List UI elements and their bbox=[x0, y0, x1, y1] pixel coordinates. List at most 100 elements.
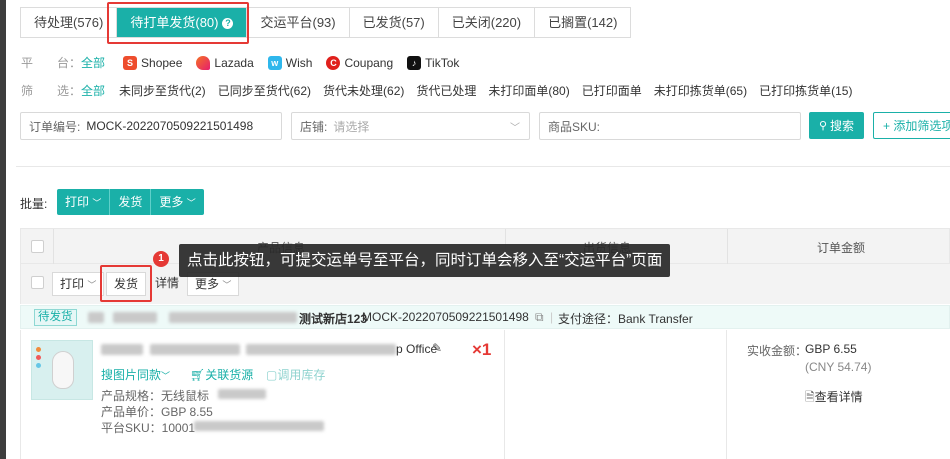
batch-print-button[interactable]: 打印 ﹀ bbox=[57, 189, 111, 215]
color-dots bbox=[36, 347, 42, 368]
copy-icon[interactable]: ⧉ bbox=[535, 310, 544, 325]
tab-pending[interactable]: 待处理(576) bbox=[21, 8, 118, 37]
product-price: 产品单价：GBP 8.55 bbox=[101, 405, 213, 419]
view-detail-link[interactable]: 🗎︎查看详情 bbox=[805, 388, 863, 409]
product-thumbnail[interactable] bbox=[31, 340, 93, 400]
cart-icon: 🛒︎ bbox=[190, 368, 206, 382]
image-search-link[interactable]: 搜图片同款﹀ bbox=[101, 366, 170, 383]
platform-sku: 平台SKU：10001 bbox=[101, 421, 196, 435]
received-amount-label: 实收金额： bbox=[747, 344, 808, 358]
received-amount-value: GBP 6.55 bbox=[805, 342, 857, 356]
status-option[interactable]: 已打印面单 bbox=[582, 82, 642, 99]
sku-field[interactable]: 商品SKU: bbox=[539, 112, 801, 140]
batch-more-label: 更多 bbox=[159, 195, 184, 209]
search-icon: ⚲ bbox=[818, 120, 828, 132]
tiktok-logo-icon: ♪ bbox=[407, 55, 422, 70]
status-filter-label: 筛 选： bbox=[21, 84, 82, 98]
redacted-text bbox=[88, 312, 104, 323]
store-label: 店铺: bbox=[300, 119, 328, 134]
platform-shopee-label: Shopee bbox=[141, 55, 183, 70]
store-name: 测试新店123 bbox=[299, 312, 368, 326]
lazada-heart-icon bbox=[196, 55, 211, 70]
status-option[interactable]: 未打印拣货单(65) bbox=[654, 82, 747, 99]
platform-tiktok[interactable]: ♪ TikTok bbox=[407, 55, 460, 70]
store-select[interactable]: 店铺: 请选择 ﹀ bbox=[291, 112, 530, 140]
product-spec: 产品规格：无线鼠标 bbox=[101, 389, 210, 403]
status-option[interactable]: 未同步至货代(2) bbox=[119, 82, 206, 99]
link-source-link[interactable]: 🛒︎关联货源 bbox=[190, 366, 253, 383]
section-divider bbox=[16, 166, 950, 167]
select-all-checkbox[interactable] bbox=[31, 240, 44, 253]
column-divider bbox=[53, 229, 54, 265]
add-filter-button[interactable]: + 添加筛选项 bbox=[873, 112, 950, 139]
left-window-edge bbox=[0, 0, 6, 459]
row-print-label: 打印 bbox=[60, 277, 85, 291]
tab-closed[interactable]: 已关闭(220) bbox=[438, 8, 536, 37]
order-number: MOCK-2022070509221501498 bbox=[362, 310, 529, 324]
row-print-button[interactable]: 打印 ﹀ bbox=[52, 272, 105, 296]
coupang-logo-icon: C bbox=[326, 55, 341, 70]
platform-lazada-label: Lazada bbox=[214, 55, 254, 70]
wish-logo-icon: w bbox=[267, 55, 282, 70]
chevron-down-icon: ﹀ bbox=[186, 198, 196, 208]
image-search-label: 搜图片同款 bbox=[101, 368, 162, 382]
stock-icon: ▢ bbox=[266, 368, 278, 382]
color-dot bbox=[36, 355, 41, 360]
platform-shopee[interactable]: S Shopee bbox=[123, 55, 183, 70]
redacted-text bbox=[113, 312, 157, 323]
status-badge: 待发货 bbox=[34, 309, 77, 326]
document-icon: 🗎︎ bbox=[805, 390, 815, 404]
platform-wish[interactable]: w Wish bbox=[267, 55, 313, 70]
chevron-down-icon: ﹀ bbox=[87, 280, 97, 290]
chevron-down-icon: ﹀ bbox=[161, 371, 171, 381]
color-dot bbox=[36, 347, 41, 352]
status-option[interactable]: 未打印面单(80) bbox=[488, 82, 569, 99]
ship-button-highlight-box bbox=[100, 265, 152, 302]
redacted-text bbox=[150, 344, 240, 355]
redacted-text bbox=[194, 421, 324, 431]
chevron-down-icon: ﹀ bbox=[222, 280, 232, 290]
tab-highlight-box bbox=[107, 2, 249, 44]
platform-lazada[interactable]: Lazada bbox=[196, 55, 254, 70]
batch-ship-button[interactable]: 发货 bbox=[110, 189, 152, 215]
platform-wish-label: Wish bbox=[285, 55, 313, 70]
status-option[interactable]: 已打印拣货单(15) bbox=[759, 82, 852, 99]
sku-label: 商品SKU: bbox=[548, 119, 601, 134]
product-quantity: ×1 bbox=[472, 340, 492, 359]
status-option[interactable]: 货代未处理(62) bbox=[323, 82, 404, 99]
batch-actions: 打印 ﹀ 发货 更多 ﹀ bbox=[57, 189, 204, 215]
platform-tiktok-label: TikTok bbox=[425, 55, 460, 70]
order-checkbox[interactable] bbox=[31, 276, 44, 289]
redacted-text bbox=[101, 344, 143, 355]
use-stock-label: 调用库存 bbox=[277, 368, 326, 382]
order-number-field[interactable]: 订单编号: MOCK-2022070509221501498 bbox=[20, 112, 282, 140]
use-stock-link[interactable]: ▢调用库存 bbox=[266, 366, 325, 383]
status-all[interactable]: 全部 bbox=[81, 82, 105, 99]
status-option[interactable]: 货代已处理 bbox=[416, 82, 476, 99]
product-title: p Office bbox=[396, 342, 438, 356]
tab-on-hold[interactable]: 已搁置(142) bbox=[535, 8, 631, 37]
order-info-row: 待发货 测试新店123 MOCK-2022070509221501498 ⧉ |… bbox=[20, 305, 950, 329]
cny-amount: (CNY 54.74) bbox=[805, 360, 872, 374]
redacted-text bbox=[169, 312, 297, 323]
tab-shipped[interactable]: 已发货(57) bbox=[349, 8, 439, 37]
edit-icon[interactable]: ✎ bbox=[432, 341, 442, 355]
color-dot bbox=[36, 363, 41, 368]
shopee-bag-icon: S bbox=[123, 55, 138, 70]
platform-filter-row: 平 台： 全部 S Shopee Lazada w Wish C Coupang… bbox=[21, 54, 473, 71]
batch-label: 批量: bbox=[20, 197, 48, 211]
batch-more-button[interactable]: 更多 ﹀ bbox=[151, 189, 204, 215]
column-divider bbox=[726, 330, 727, 459]
search-button-label: 搜索 bbox=[830, 119, 855, 133]
tab-delivered-to-platform[interactable]: 交运平台(93) bbox=[247, 8, 350, 37]
platform-all[interactable]: 全部 bbox=[81, 54, 105, 71]
search-button[interactable]: ⚲ 搜索 bbox=[809, 112, 864, 139]
chevron-down-icon: ﹀ bbox=[510, 123, 520, 134]
column-order-amount: 订单金额 bbox=[817, 241, 866, 255]
column-divider bbox=[727, 229, 728, 265]
order-number-value: MOCK-2022070509221501498 bbox=[86, 119, 254, 133]
platform-coupang[interactable]: C Coupang bbox=[326, 55, 393, 70]
status-option[interactable]: 已同步至货代(62) bbox=[218, 82, 311, 99]
column-divider bbox=[504, 330, 505, 459]
batch-print-label: 打印 bbox=[65, 195, 90, 209]
